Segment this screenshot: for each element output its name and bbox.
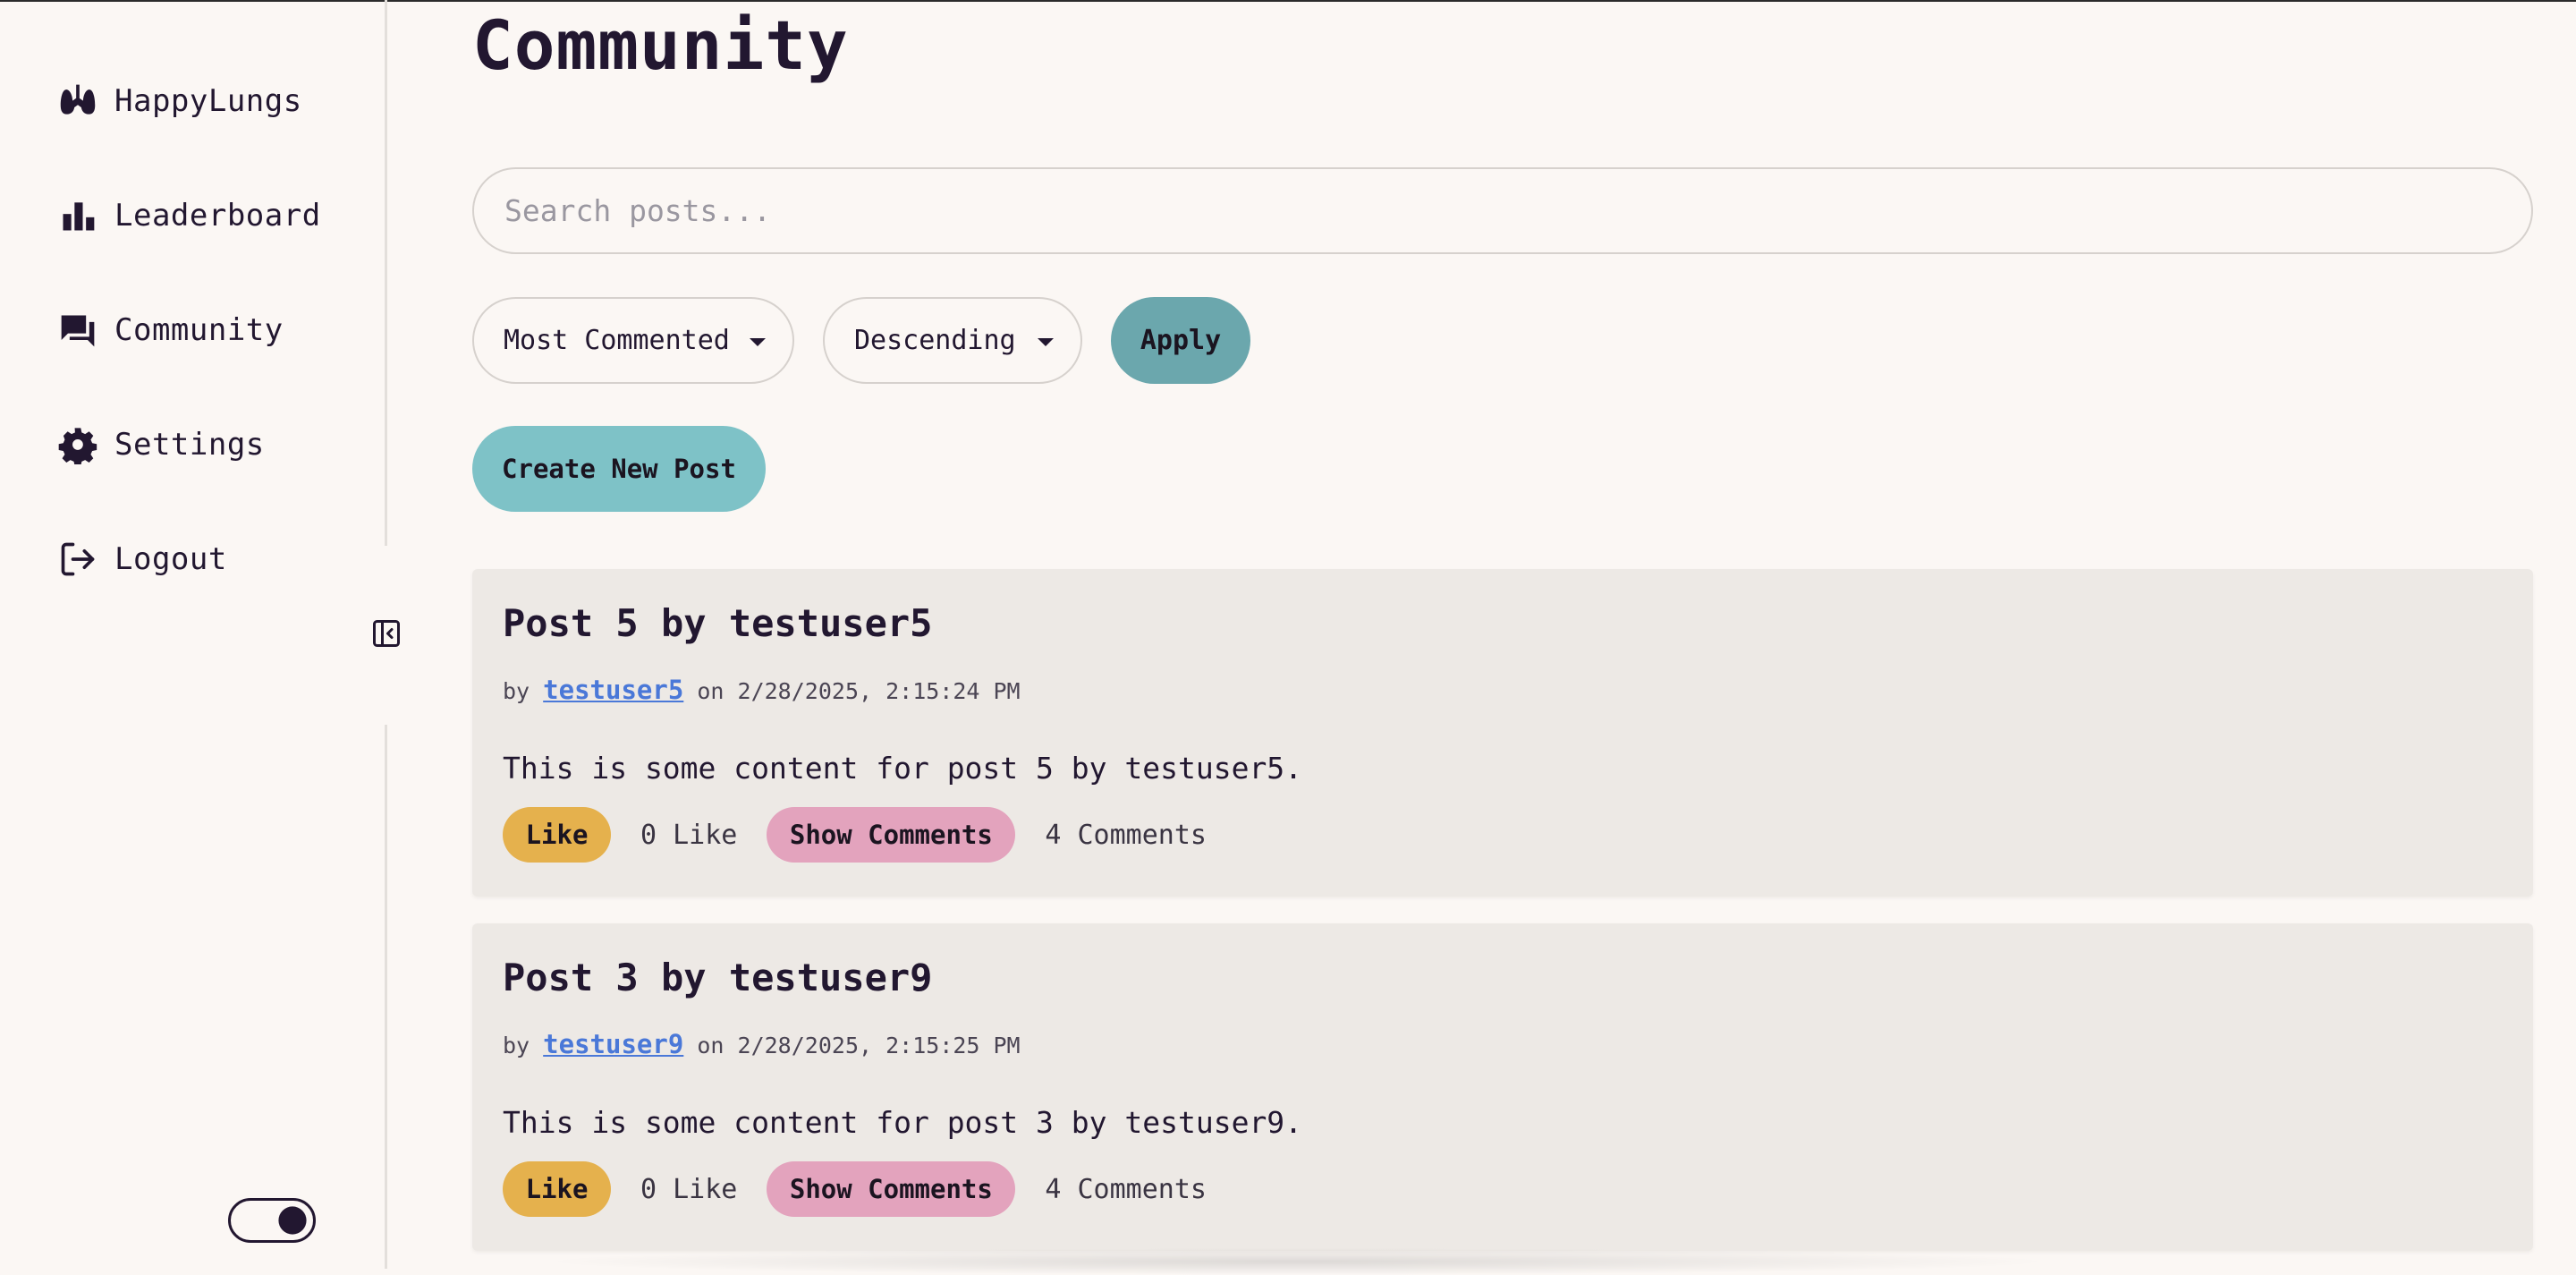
sort-by-select[interactable]: Most Commented [472,297,794,384]
collapse-sidebar-icon [370,617,402,653]
sidebar: HappyLungs Leaderboard Community Setting… [0,0,404,1269]
logout-icon [57,539,98,580]
post-actions: Like 0 Like Show Comments 4 Comments [503,807,1207,863]
order-value: Descending [854,325,1016,356]
gear-icon [57,424,98,465]
sidebar-divider [385,725,387,1269]
next-post-shadow [537,1248,2057,1275]
post-actions: Like 0 Like Show Comments 4 Comments [503,1161,1207,1217]
sidebar-item-label: HappyLungs [114,83,302,119]
post-content: This is some content for post 3 by testu… [503,1105,1303,1140]
sidebar-divider [385,0,387,546]
apply-button[interactable]: Apply [1111,297,1250,384]
sidebar-item-happylungs[interactable]: HappyLungs [57,72,302,130]
post-author-link[interactable]: testuser9 [543,1029,683,1059]
post-meta: by testuser9 on 2/28/2025, 2:15:25 PM [503,1029,1021,1059]
chevron-down-icon [750,338,766,346]
create-post-button[interactable]: Create New Post [472,426,766,512]
bar-chart-icon [57,195,98,236]
sidebar-item-logout[interactable]: Logout [57,531,227,588]
post-meta: by testuser5 on 2/28/2025, 2:15:24 PM [503,675,1021,705]
like-button[interactable]: Like [503,807,611,863]
post-card: Post 3 by testuser9 by testuser9 on 2/28… [472,923,2533,1251]
post-date: on 2/28/2025, 2:15:25 PM [697,1033,1021,1058]
sidebar-item-label: Community [114,312,284,348]
chevron-down-icon [1038,338,1054,346]
post-by-label: by [503,678,530,704]
moon-icon [277,1205,308,1236]
post-title: Post 3 by testuser9 [503,956,933,999]
collapse-sidebar-button[interactable] [369,617,404,653]
show-comments-button[interactable]: Show Comments [767,807,1016,863]
sidebar-item-settings[interactable]: Settings [57,416,265,473]
sidebar-item-label: Settings [114,427,265,463]
theme-toggle[interactable] [228,1198,316,1243]
post-date: on 2/28/2025, 2:15:24 PM [697,678,1021,704]
post-content: This is some content for post 5 by testu… [503,751,1303,786]
sort-by-value: Most Commented [504,325,730,356]
sidebar-item-community[interactable]: Community [57,302,284,359]
post-title: Post 5 by testuser5 [503,601,933,645]
post-by-label: by [503,1033,530,1058]
lungs-icon [57,81,98,122]
order-select[interactable]: Descending [823,297,1082,384]
page-title: Community [472,5,849,85]
sidebar-item-label: Logout [114,541,227,577]
like-button[interactable]: Like [503,1161,611,1217]
show-comments-button[interactable]: Show Comments [767,1161,1016,1217]
comment-count: 4 Comments [1045,1173,1207,1205]
like-count: 0 Like [640,1173,738,1205]
comment-count: 4 Comments [1045,819,1207,851]
post-card: Post 5 by testuser5 by testuser5 on 2/28… [472,569,2533,897]
search-input[interactable] [472,167,2533,254]
post-author-link[interactable]: testuser5 [543,675,683,705]
like-count: 0 Like [640,819,738,851]
sidebar-item-leaderboard[interactable]: Leaderboard [57,187,321,244]
chat-icon [57,310,98,351]
sidebar-item-label: Leaderboard [114,198,321,234]
